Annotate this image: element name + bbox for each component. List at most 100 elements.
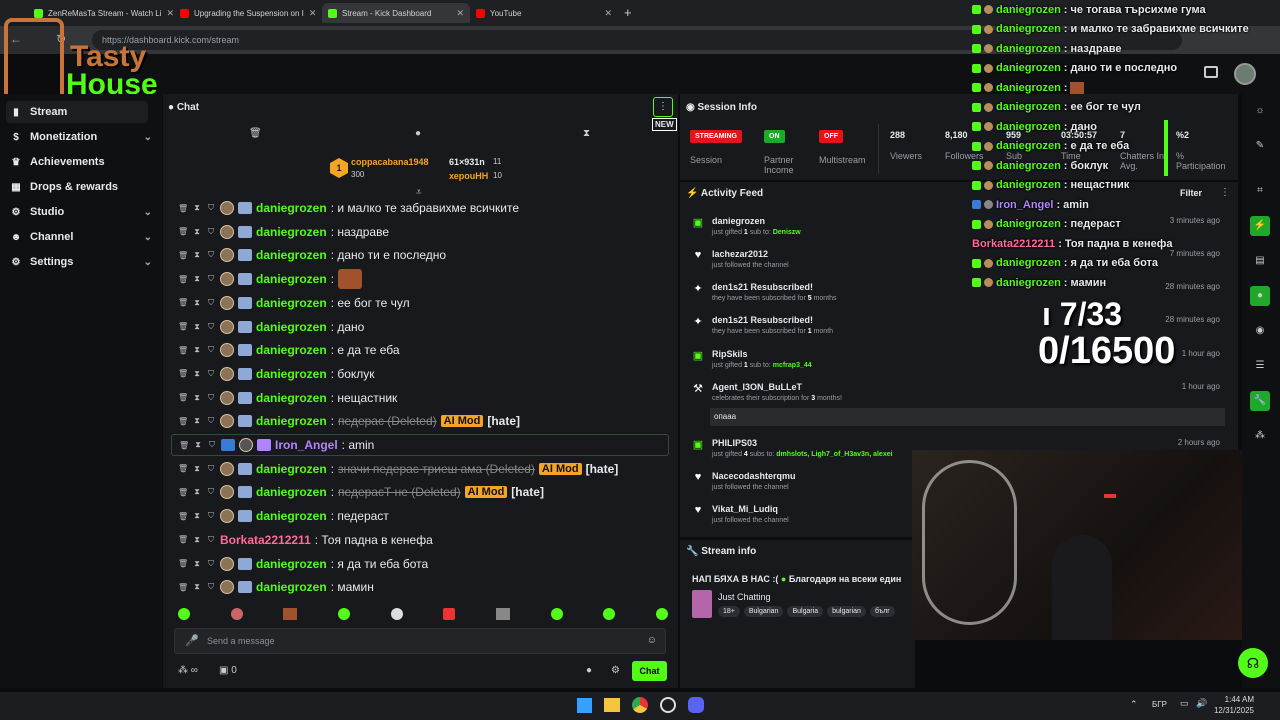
ban-icon[interactable]: ⛉: [206, 582, 216, 592]
delete-icon[interactable]: 🗑: [178, 369, 188, 378]
file-explorer-icon[interactable]: [604, 698, 620, 712]
browser-tab[interactable]: YouTube ✕: [470, 3, 618, 23]
timeout-icon[interactable]: ⧗: [192, 369, 202, 379]
sidebar-item-drops[interactable]: ▦ Drops & rewards: [10, 176, 152, 198]
delete-icon[interactable]: 🗑: [178, 488, 188, 497]
sidebar-item-settings[interactable]: ⚙ Settings ⌄: [10, 251, 152, 273]
sidebar-item-channel[interactable]: ☻ Channel ⌄: [10, 226, 152, 248]
delete-icon[interactable]: 🗑: [178, 275, 188, 284]
emote-icon[interactable]: [603, 608, 616, 620]
timeout-icon[interactable]: ⧗: [192, 298, 202, 308]
sidebar-item-studio[interactable]: ⚙ Studio ⌄: [10, 201, 152, 223]
ban-icon[interactable]: ⛉: [206, 274, 216, 284]
chat-message[interactable]: 🗑 ⧗ ⛉ daniegrozen: ее бог те чул: [178, 292, 668, 314]
ban-icon[interactable]: ⛉: [206, 416, 216, 426]
chat-username[interactable]: daniegrozen: [256, 201, 327, 215]
gear-icon[interactable]: ⚙: [611, 665, 620, 676]
mic-icon[interactable]: 🎤: [185, 634, 199, 647]
support-headset-icon[interactable]: ☊: [1238, 648, 1268, 678]
tag[interactable]: 18+: [718, 606, 740, 617]
ban-icon[interactable]: ⛉: [206, 559, 216, 569]
chat-username[interactable]: daniegrozen: [256, 391, 327, 405]
ban-icon[interactable]: ⛉: [207, 440, 217, 450]
ban-icon[interactable]: ⛉: [206, 322, 216, 332]
chrome-icon[interactable]: [632, 697, 648, 713]
timeout-icon[interactable]: ⧗: [192, 559, 202, 569]
chat-message[interactable]: 🗑 ⧗ ⛉ daniegrozen: наздраве: [178, 221, 668, 243]
bolt-icon[interactable]: ⚡: [1250, 216, 1270, 236]
chat-username[interactable]: daniegrozen: [256, 296, 327, 310]
ban-icon[interactable]: ⛉: [206, 369, 216, 379]
sidebar-item-monetization[interactable]: $ Monetization ⌄: [10, 126, 152, 148]
ban-icon[interactable]: ⛉: [206, 345, 216, 355]
list-icon[interactable]: ☰: [1250, 356, 1270, 376]
delete-icon[interactable]: 🗑: [178, 559, 188, 568]
timeout-icon[interactable]: ⧗: [192, 393, 202, 403]
new-tab-icon[interactable]: +: [624, 5, 632, 20]
emoji-icon[interactable]: ☺: [647, 635, 657, 646]
delete-icon[interactable]: 🗑: [178, 583, 188, 592]
browser-tab-active[interactable]: Stream - Kick Dashboard ✕: [322, 3, 470, 23]
more-icon[interactable]: ⋮: [1220, 187, 1230, 198]
chat-message[interactable]: 🗑 ⧗ ⛉ daniegrozen:: [178, 268, 668, 290]
emote-icon[interactable]: [495, 608, 510, 620]
chat-username[interactable]: daniegrozen: [256, 462, 327, 476]
chat-message[interactable]: 🗑 ⧗ ⛉ daniegrozen: и малко те забравихме вс…: [178, 197, 668, 219]
close-tab-icon[interactable]: ✕: [604, 8, 612, 19]
chat-message[interactable]: 🗑 ⧗ ⛉ daniegrozen: дано ти е последно: [178, 244, 668, 266]
chat-message[interactable]: 🗑 ⧗ ⛉ daniegrozen: дано: [178, 316, 668, 338]
chat-username[interactable]: daniegrozen: [256, 320, 327, 334]
ban-icon[interactable]: ⛉: [206, 464, 216, 474]
emote-icon[interactable]: [337, 608, 350, 620]
chat-icon[interactable]: ●: [415, 128, 421, 139]
network-icon[interactable]: ▭: [1180, 698, 1189, 709]
emote-icon[interactable]: [550, 608, 563, 620]
camera-icon[interactable]: [1204, 66, 1218, 78]
hourglass-icon[interactable]: ⧗: [583, 128, 590, 139]
emote-icon[interactable]: [178, 608, 190, 620]
chat-username[interactable]: Borkata2212211: [220, 533, 311, 547]
activity-target[interactable]: mcfrap3_44: [773, 362, 812, 369]
chat-message[interactable]: 🗑 ⧗ ⛉ daniegrozen: значи педерас триеш ама (…: [178, 458, 668, 480]
chat-username[interactable]: daniegrozen: [256, 557, 327, 571]
ban-icon[interactable]: ⛉: [206, 298, 216, 308]
chat-username[interactable]: daniegrozen: [256, 225, 327, 239]
delete-icon[interactable]: 🗑: [178, 204, 188, 213]
delete-icon[interactable]: 🗑: [178, 298, 188, 307]
clock-time[interactable]: 1:44 AM: [1212, 695, 1254, 704]
sidebar-item-achievements[interactable]: ♛ Achievements: [10, 151, 152, 173]
browser-tab[interactable]: Upgrading the Suspension on I ✕: [174, 3, 322, 23]
ban-icon[interactable]: ⛉: [206, 203, 216, 213]
obs-icon[interactable]: [660, 697, 676, 713]
chat-menu-button[interactable]: ⋮: [653, 97, 673, 117]
wrench-icon[interactable]: 🔧: [1250, 391, 1270, 411]
ban-icon[interactable]: ⛉: [206, 250, 216, 260]
chat-username[interactable]: daniegrozen: [256, 414, 327, 428]
delete-icon[interactable]: 🗑: [178, 535, 188, 544]
activity-target[interactable]: Deniszw: [773, 229, 801, 236]
emote-icon[interactable]: [230, 608, 243, 620]
ban-icon[interactable]: ⛉: [206, 227, 216, 237]
chat-username[interactable]: daniegrozen: [256, 485, 327, 499]
delete-icon[interactable]: 🗑: [178, 322, 188, 331]
tag[interactable]: бълг: [869, 606, 895, 617]
chat-username[interactable]: daniegrozen: [256, 248, 327, 262]
chat-username[interactable]: Iron_Angel: [275, 438, 338, 452]
pencil-icon[interactable]: ✎: [1250, 136, 1270, 156]
chat-message[interactable]: 🗑 ⧗ ⛉ daniegrozen: педераст: [178, 505, 668, 527]
chat-message[interactable]: 🗑 ⧗ ⛉ daniegrozen: боклук: [178, 363, 668, 385]
chat-username[interactable]: daniegrozen: [256, 343, 327, 357]
timeout-icon[interactable]: ⧗: [192, 535, 202, 545]
clock-date[interactable]: 12/31/2025: [1212, 706, 1254, 715]
emote-icon[interactable]: [655, 608, 668, 620]
emote-icon[interactable]: [390, 608, 403, 620]
timeout-icon[interactable]: ⧗: [192, 511, 202, 521]
timeout-icon[interactable]: ⧗: [192, 274, 202, 284]
emote-icon[interactable]: [443, 608, 456, 620]
timeout-icon[interactable]: ⧗: [193, 440, 203, 450]
volume-icon[interactable]: 🔊: [1196, 698, 1207, 709]
delete-icon[interactable]: 🗑: [178, 227, 188, 236]
chat-username[interactable]: daniegrozen: [256, 272, 327, 286]
ban-icon[interactable]: ⛉: [206, 487, 216, 497]
chat-username[interactable]: daniegrozen: [256, 367, 327, 381]
